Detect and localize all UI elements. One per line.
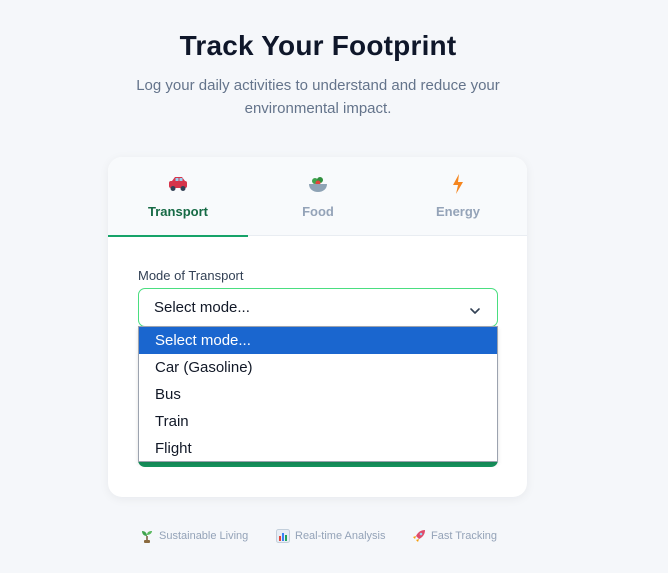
select-value: Select mode... [154, 299, 250, 316]
option-flight[interactable]: Flight [139, 435, 497, 462]
page-subtitle: Log your daily activities to understand … [136, 77, 500, 117]
feature-fast-tracking: Fast Tracking [412, 527, 497, 545]
option-car[interactable]: Car (Gasoline) [139, 354, 497, 381]
salad-bowl-icon [248, 174, 388, 194]
tab-label: Energy [435, 204, 481, 219]
page-title: Track Your Footprint [179, 30, 457, 61]
option-train[interactable]: Train [139, 408, 497, 435]
feature-label: Real-time Analysis [295, 530, 386, 542]
tab-food[interactable]: Food [248, 157, 388, 236]
feature-label: Sustainable Living [159, 530, 249, 542]
tab-transport[interactable]: Transport [108, 157, 248, 237]
option-select-mode[interactable]: Select mode... [139, 327, 497, 354]
option-bus[interactable]: Bus [139, 381, 497, 408]
feature-sustainable-living: Sustainable Living [140, 527, 248, 545]
lightning-icon [388, 174, 528, 194]
chevron-down-icon [469, 303, 481, 314]
rocket-icon [412, 529, 426, 543]
tab-label: Transport [148, 204, 208, 219]
feature-real-time-analysis: Real-time Analysis [276, 527, 385, 545]
car-icon [108, 174, 248, 194]
bar-chart-icon [276, 529, 290, 543]
feature-label: Fast Tracking [431, 530, 498, 542]
transport-mode-select[interactable]: Select mode... [138, 288, 498, 327]
feature-highlights: Sustainable Living Real-time Analysis Fa… [0, 527, 636, 545]
transport-mode-options: Select mode... Car (Gasoline) Bus Train … [138, 326, 498, 462]
tab-energy[interactable]: Energy [388, 157, 528, 236]
seedling-icon [140, 529, 154, 543]
tab-label: Food [302, 204, 334, 219]
transport-mode-label: Mode of Transport [138, 268, 244, 283]
category-tabs: Transport Food Energy [108, 157, 528, 237]
